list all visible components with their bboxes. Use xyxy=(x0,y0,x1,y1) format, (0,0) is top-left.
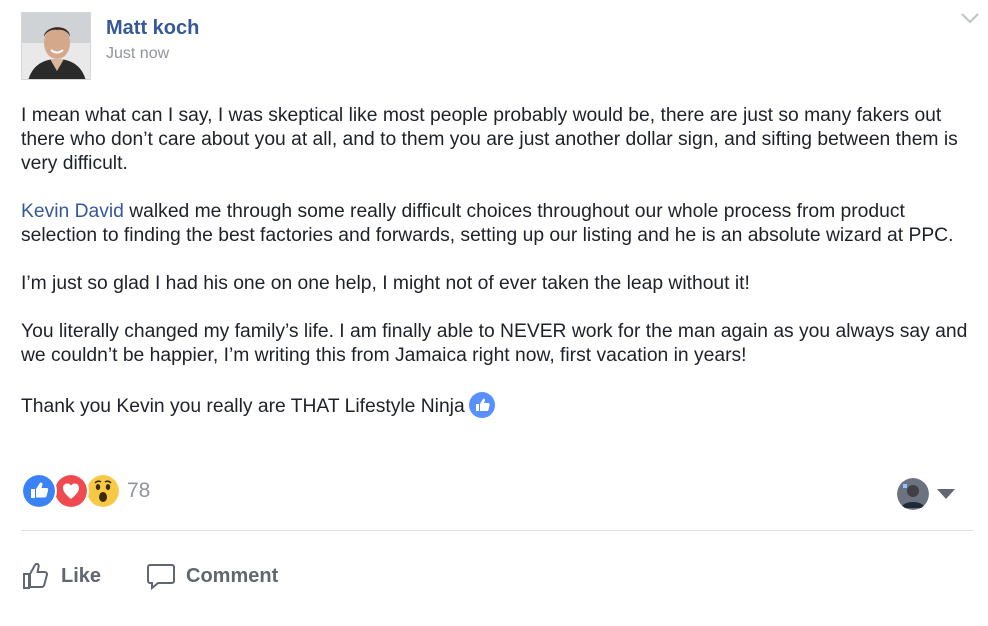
caret-down-icon[interactable] xyxy=(936,488,956,500)
mention-paragraph-text: walked me through some really difficult … xyxy=(21,201,954,246)
post-paragraph-4: You literally changed my family’s life. … xyxy=(21,321,968,366)
like-button[interactable]: Like xyxy=(21,560,101,592)
reaction-count: 78 xyxy=(127,479,151,502)
author-photo xyxy=(22,13,90,79)
author-avatar[interactable] xyxy=(21,12,91,80)
post-paragraph-5: Thank you Kevin you really are THAT Life… xyxy=(21,392,971,419)
like-icon xyxy=(21,473,57,509)
comment-button[interactable]: Comment xyxy=(146,560,278,592)
post-paragraph-1: I mean what can I say, I was skeptical l… xyxy=(21,105,958,174)
author-name[interactable]: Matt koch xyxy=(106,17,199,40)
post-paragraph-2: Kevin David walked me through some reall… xyxy=(21,200,971,248)
divider xyxy=(21,530,973,531)
post-paragraph-3: I’m just so glad I had his one on one he… xyxy=(21,273,750,294)
post-timestamp[interactable]: Just now xyxy=(106,45,169,63)
closing-text: Thank you Kevin you really are THAT Life… xyxy=(21,396,465,417)
like-label: Like xyxy=(61,564,102,587)
thumbs-up-emoji-icon xyxy=(468,392,495,418)
post-body: I mean what can I say, I was skeptical l… xyxy=(21,104,971,443)
comment-label: Comment xyxy=(186,564,279,587)
viewer-avatar[interactable] xyxy=(897,478,929,510)
thumbs-up-icon xyxy=(23,562,49,589)
wow-icon xyxy=(85,473,121,509)
comment-bubble-icon xyxy=(147,564,175,591)
post-options-chevron-icon[interactable] xyxy=(960,10,980,26)
love-icon xyxy=(53,473,89,509)
viewer-photo xyxy=(897,478,929,510)
mention-link[interactable]: Kevin David xyxy=(21,201,124,222)
